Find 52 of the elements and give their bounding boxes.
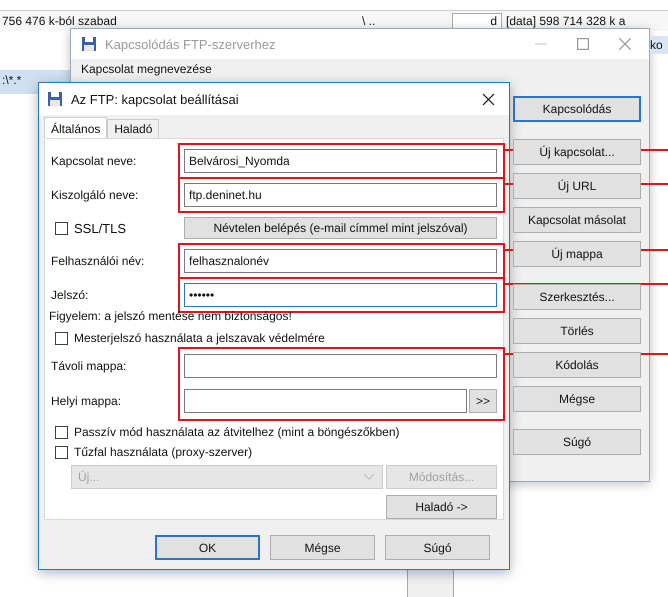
dialog-button[interactable]: Törlés: [513, 318, 641, 344]
dialog-button[interactable]: Kódolás: [513, 352, 641, 378]
dialog-button[interactable]: Új kapcsolat...: [513, 139, 641, 165]
warning-text: Figyelem: a jelszó mentése nem biztonságos!: [49, 309, 292, 324]
drive-dropdown[interactable]: d: [452, 13, 502, 29]
dialog-button[interactable]: Szerkesztés...: [513, 284, 641, 310]
field-label: Kapcsolat neve:: [50, 154, 138, 168]
tab[interactable]: Általános: [44, 117, 108, 138]
checkbox[interactable]: [55, 222, 68, 235]
input-field[interactable]: [184, 388, 467, 413]
floppy-icon: [47, 91, 63, 107]
checkbox-label: Mesterjelszó használata a jelszavak védelmére: [74, 331, 325, 346]
advanced-button[interactable]: Haladó ->: [386, 494, 497, 519]
dialog-title: Az FTP: kapcsolat beállításai: [71, 92, 240, 106]
dialog-button[interactable]: Súgó: [385, 535, 490, 560]
dialog-button[interactable]: Új mappa: [513, 241, 641, 267]
checkbox-label: Tűzfal használata (proxy-szerver): [74, 445, 252, 460]
checkbox[interactable]: [55, 332, 68, 345]
window-title: Kapcsolódás FTP-szerverhez: [105, 36, 277, 52]
field-label: Távoli mappa:: [50, 358, 128, 373]
input-field[interactable]: [184, 354, 497, 378]
field-label: Jelszó:: [50, 288, 90, 302]
maximize-icon[interactable]: [577, 38, 589, 50]
browse-button[interactable]: >>: [469, 388, 497, 413]
dialog-button[interactable]: Mégse: [513, 386, 641, 412]
column-header: ko: [650, 36, 668, 54]
field-label: Helyi mappa:: [50, 394, 122, 408]
drive-info-text: [data] 598 714 328 k a: [506, 14, 626, 28]
checkbox[interactable]: [55, 446, 68, 459]
input-field[interactable]: Belvárosi_Nyomda: [184, 149, 497, 173]
floppy-icon: [81, 36, 97, 52]
input-field[interactable]: felhasznalonév: [184, 249, 497, 274]
anonymous-login-button[interactable]: Névtelen belépés (e-mail címmel mint jelszóval): [184, 217, 497, 240]
close-icon[interactable]: [482, 92, 495, 106]
dialog-button[interactable]: Új URL: [513, 173, 641, 199]
dialog-button[interactable]: Mégse: [270, 535, 375, 560]
field-label: Felhasználói név:: [50, 254, 146, 268]
path-text: \ ..: [362, 14, 376, 28]
dialog-button[interactable]: Kapcsolódás: [513, 96, 641, 122]
input-field[interactable]: ••••••: [184, 283, 497, 308]
checkbox-label: Passzív mód használata az átvitelhez (mint a böngészőkben): [74, 425, 400, 440]
checkbox-label: SSL/TLS: [74, 220, 126, 236]
field-label: Kiszolgáló neve:: [50, 188, 140, 202]
dialog-button[interactable]: Kapcsolat másolat: [513, 207, 641, 233]
dialog-button[interactable]: Súgó: [513, 429, 641, 455]
chevron-icon: [364, 474, 374, 480]
dialog-button[interactable]: OK: [155, 535, 260, 560]
field-label: Kapcsolat megnevezése: [81, 62, 212, 76]
free-space-text: 756 476 k-ból szabad: [2, 14, 118, 28]
tab[interactable]: Haladó: [107, 119, 160, 138]
checkbox[interactable]: [55, 426, 68, 439]
input-field[interactable]: ftp.deninet.hu: [184, 183, 497, 207]
